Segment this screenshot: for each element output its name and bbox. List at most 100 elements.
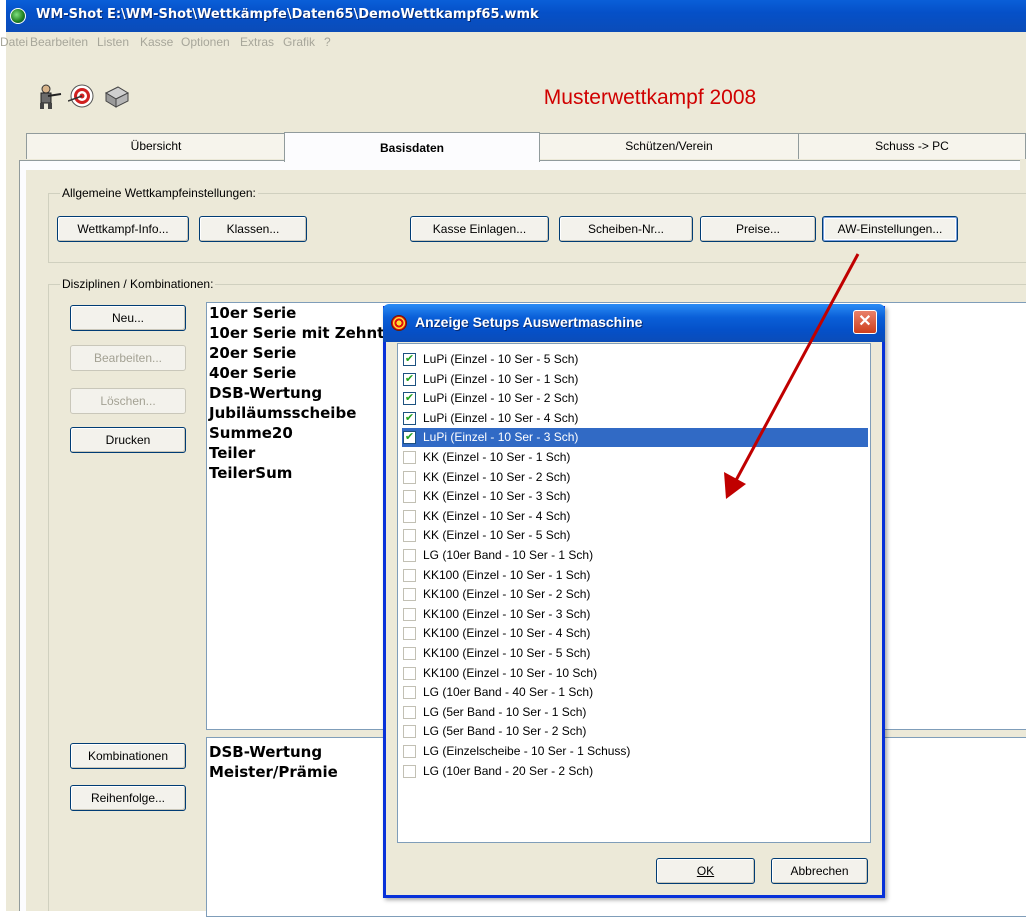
checkbox-unchecked[interactable] <box>403 490 416 504</box>
checklist-item[interactable]: LG (5er Band - 10 Ser - 2 Sch) <box>402 722 868 741</box>
menu-grafik[interactable]: Grafik <box>283 35 315 49</box>
klassen-button[interactable]: Klassen... <box>199 216 307 242</box>
target-icon <box>391 315 407 331</box>
aw-einstellungen-button[interactable]: AW-Einstellungen... <box>822 216 958 242</box>
window-title: WM-Shot E:\WM-Shot\Wettkämpfe\Daten65\De… <box>36 7 539 22</box>
menu-help[interactable]: ? <box>324 35 331 49</box>
checklist-item-label: KK (Einzel - 10 Ser - 1 Sch) <box>423 450 571 464</box>
wettkampf-info-button[interactable]: Wettkampf-Info... <box>57 216 189 242</box>
checklist-item[interactable]: ✔ LuPi (Einzel - 10 Ser - 3 Sch) <box>402 428 868 448</box>
order-button[interactable]: Reihenfolge... <box>70 785 186 811</box>
tab-uebersicht[interactable]: Übersicht <box>26 133 286 159</box>
checklist-item[interactable]: ✔ LuPi (Einzel - 10 Ser - 1 Sch) <box>402 370 868 389</box>
menu-bearbeiten[interactable]: Bearbeiten <box>30 35 88 49</box>
checklist-item-label: KK100 (Einzel - 10 Ser - 4 Sch) <box>423 626 591 641</box>
checklist-item[interactable]: KK (Einzel - 10 Ser - 1 Sch) <box>402 448 868 467</box>
menu-listen[interactable]: Listen <box>97 35 129 49</box>
title-bar[interactable]: WM-Shot E:\WM-Shot\Wettkämpfe\Daten65\De… <box>6 0 1026 32</box>
disciplines-legend: Disziplinen / Kombinationen: <box>60 277 216 291</box>
checklist-item-label: LG (10er Band - 10 Ser - 1 Sch) <box>423 548 594 562</box>
checkbox-unchecked[interactable] <box>403 666 416 680</box>
competition-heading: Musterwettkampf 2008 <box>543 86 757 109</box>
close-icon[interactable]: ✕ <box>853 310 877 334</box>
checklist-item[interactable]: KK (Einzel - 10 Ser - 3 Sch) <box>402 487 868 506</box>
checklist-item[interactable]: LG (5er Band - 10 Ser - 1 Sch) <box>402 703 868 722</box>
checklist-item-label: KK100 (Einzel - 10 Ser - 2 Sch) <box>423 587 591 602</box>
checkbox-unchecked[interactable] <box>403 451 416 464</box>
checkbox-checked[interactable]: ✔ <box>403 372 416 386</box>
kasse-einlagen-button[interactable]: Kasse Einlagen... <box>410 216 549 242</box>
checklist-item[interactable]: KK (Einzel - 10 Ser - 4 Sch) <box>402 507 868 526</box>
checklist-item-label: KK (Einzel - 10 Ser - 5 Sch) <box>423 528 571 543</box>
dialog-title-bar[interactable]: Anzeige Setups Auswertmaschine <box>383 304 885 342</box>
print-button[interactable]: Drucken <box>70 427 186 453</box>
cancel-label: Abbrechen <box>790 864 849 878</box>
checkbox-unchecked[interactable] <box>403 588 416 602</box>
checklist-item-label: LuPi (Einzel - 10 Ser - 2 Sch) <box>423 391 579 406</box>
tab-schuss-pc[interactable]: Schuss -> PC <box>798 133 1026 159</box>
checklist-item-label: LuPi (Einzel - 10 Ser - 1 Sch) <box>423 371 579 386</box>
checklist-item-label: LuPi (Einzel - 10 Ser - 5 Sch) <box>423 352 579 366</box>
dialog-title: Anzeige Setups Auswertmaschine <box>415 314 643 330</box>
checkbox-unchecked[interactable] <box>403 725 416 739</box>
checkbox-unchecked[interactable] <box>403 764 416 778</box>
tab-basisdaten[interactable]: Basisdaten <box>284 132 540 162</box>
menu-bar: Datei Bearbeiten Listen Kasse Optionen E… <box>0 32 1026 52</box>
tab-schuetzen-verein[interactable]: Schützen/Verein <box>538 133 800 159</box>
new-discipline-button[interactable]: Neu... <box>70 305 186 331</box>
combinations-button[interactable]: Kombinationen <box>70 743 186 769</box>
checkbox-unchecked[interactable] <box>403 647 416 660</box>
checklist-item[interactable]: KK100 (Einzel - 10 Ser - 3 Sch) <box>402 605 868 624</box>
checkbox-checked[interactable]: ✔ <box>403 353 416 366</box>
checklist-item[interactable]: KK100 (Einzel - 10 Ser - 5 Sch) <box>402 644 868 663</box>
checkbox-unchecked[interactable] <box>403 470 416 484</box>
cancel-button[interactable]: Abbrechen <box>771 858 868 884</box>
setup-checklist[interactable]: ✔ LuPi (Einzel - 10 Ser - 5 Sch) ✔ LuPi (Ei… <box>397 343 871 843</box>
checklist-item[interactable]: ✔ LuPi (Einzel - 10 Ser - 4 Sch) <box>402 409 868 428</box>
checklist-item-label: KK100 (Einzel - 10 Ser - 5 Sch) <box>423 646 591 660</box>
checklist-item[interactable]: KK (Einzel - 10 Ser - 2 Sch) <box>402 468 868 487</box>
edit-discipline-button[interactable]: Bearbeiten... <box>70 345 186 371</box>
checklist-item[interactable]: KK (Einzel - 10 Ser - 5 Sch) <box>402 526 868 545</box>
target-icon[interactable] <box>67 83 96 109</box>
preise-button[interactable]: Preise... <box>700 216 816 242</box>
checkbox-unchecked[interactable] <box>403 568 416 582</box>
shooter-icon[interactable] <box>34 83 62 109</box>
device-icon[interactable] <box>102 83 130 109</box>
checkbox-checked[interactable]: ✔ <box>403 431 416 445</box>
checklist-item-label: KK100 (Einzel - 10 Ser - 10 Sch) <box>423 665 598 680</box>
checkbox-checked[interactable]: ✔ <box>403 411 416 425</box>
menu-optionen[interactable]: Optionen <box>181 35 230 49</box>
ok-label: OK <box>696 864 715 878</box>
checklist-item[interactable]: LG (10er Band - 20 Ser - 2 Sch) <box>402 762 868 781</box>
menu-extras[interactable]: Extras <box>240 35 274 49</box>
checkbox-unchecked[interactable] <box>403 627 416 641</box>
checkbox-checked[interactable]: ✔ <box>403 392 416 406</box>
checklist-item[interactable]: LG (10er Band - 10 Ser - 1 Sch) <box>402 546 868 565</box>
checklist-item[interactable]: LG (10er Band - 40 Ser - 1 Sch) <box>402 683 868 702</box>
checklist-item-label: KK100 (Einzel - 10 Ser - 1 Sch) <box>423 567 591 582</box>
checklist-item[interactable]: ✔ LuPi (Einzel - 10 Ser - 5 Sch) <box>402 350 868 369</box>
checklist-item[interactable]: KK100 (Einzel - 10 Ser - 10 Sch) <box>402 664 868 683</box>
checklist-item[interactable]: LG (Einzelscheibe - 10 Ser - 1 Schuss) <box>402 742 868 761</box>
checklist-item[interactable]: KK100 (Einzel - 10 Ser - 4 Sch) <box>402 624 868 643</box>
checklist-item[interactable]: ✔ LuPi (Einzel - 10 Ser - 2 Sch) <box>402 389 868 408</box>
checkbox-unchecked[interactable] <box>403 529 416 543</box>
checklist-item-label: KK100 (Einzel - 10 Ser - 3 Sch) <box>423 606 591 621</box>
checkbox-unchecked[interactable] <box>403 607 416 621</box>
delete-discipline-button[interactable]: Löschen... <box>70 388 186 414</box>
scheiben-nr-button[interactable]: Scheiben-Nr... <box>559 216 693 242</box>
ok-button[interactable]: OK <box>656 858 755 884</box>
checkbox-unchecked[interactable] <box>403 549 416 562</box>
checklist-item[interactable]: KK100 (Einzel - 10 Ser - 2 Sch) <box>402 585 868 604</box>
checklist-item-label: LG (Einzelscheibe - 10 Ser - 1 Schuss) <box>423 744 631 758</box>
checkbox-unchecked[interactable] <box>403 686 416 700</box>
checklist-item-label: LuPi (Einzel - 10 Ser - 3 Sch) <box>423 430 579 445</box>
menu-kasse[interactable]: Kasse <box>140 35 173 49</box>
checkbox-unchecked[interactable] <box>403 705 416 719</box>
menu-datei[interactable]: Datei <box>0 35 28 49</box>
checklist-item-label: LG (5er Band - 10 Ser - 1 Sch) <box>423 704 587 719</box>
checkbox-unchecked[interactable] <box>403 509 416 523</box>
checklist-item[interactable]: KK100 (Einzel - 10 Ser - 1 Sch) <box>402 566 868 585</box>
checkbox-unchecked[interactable] <box>403 745 416 758</box>
